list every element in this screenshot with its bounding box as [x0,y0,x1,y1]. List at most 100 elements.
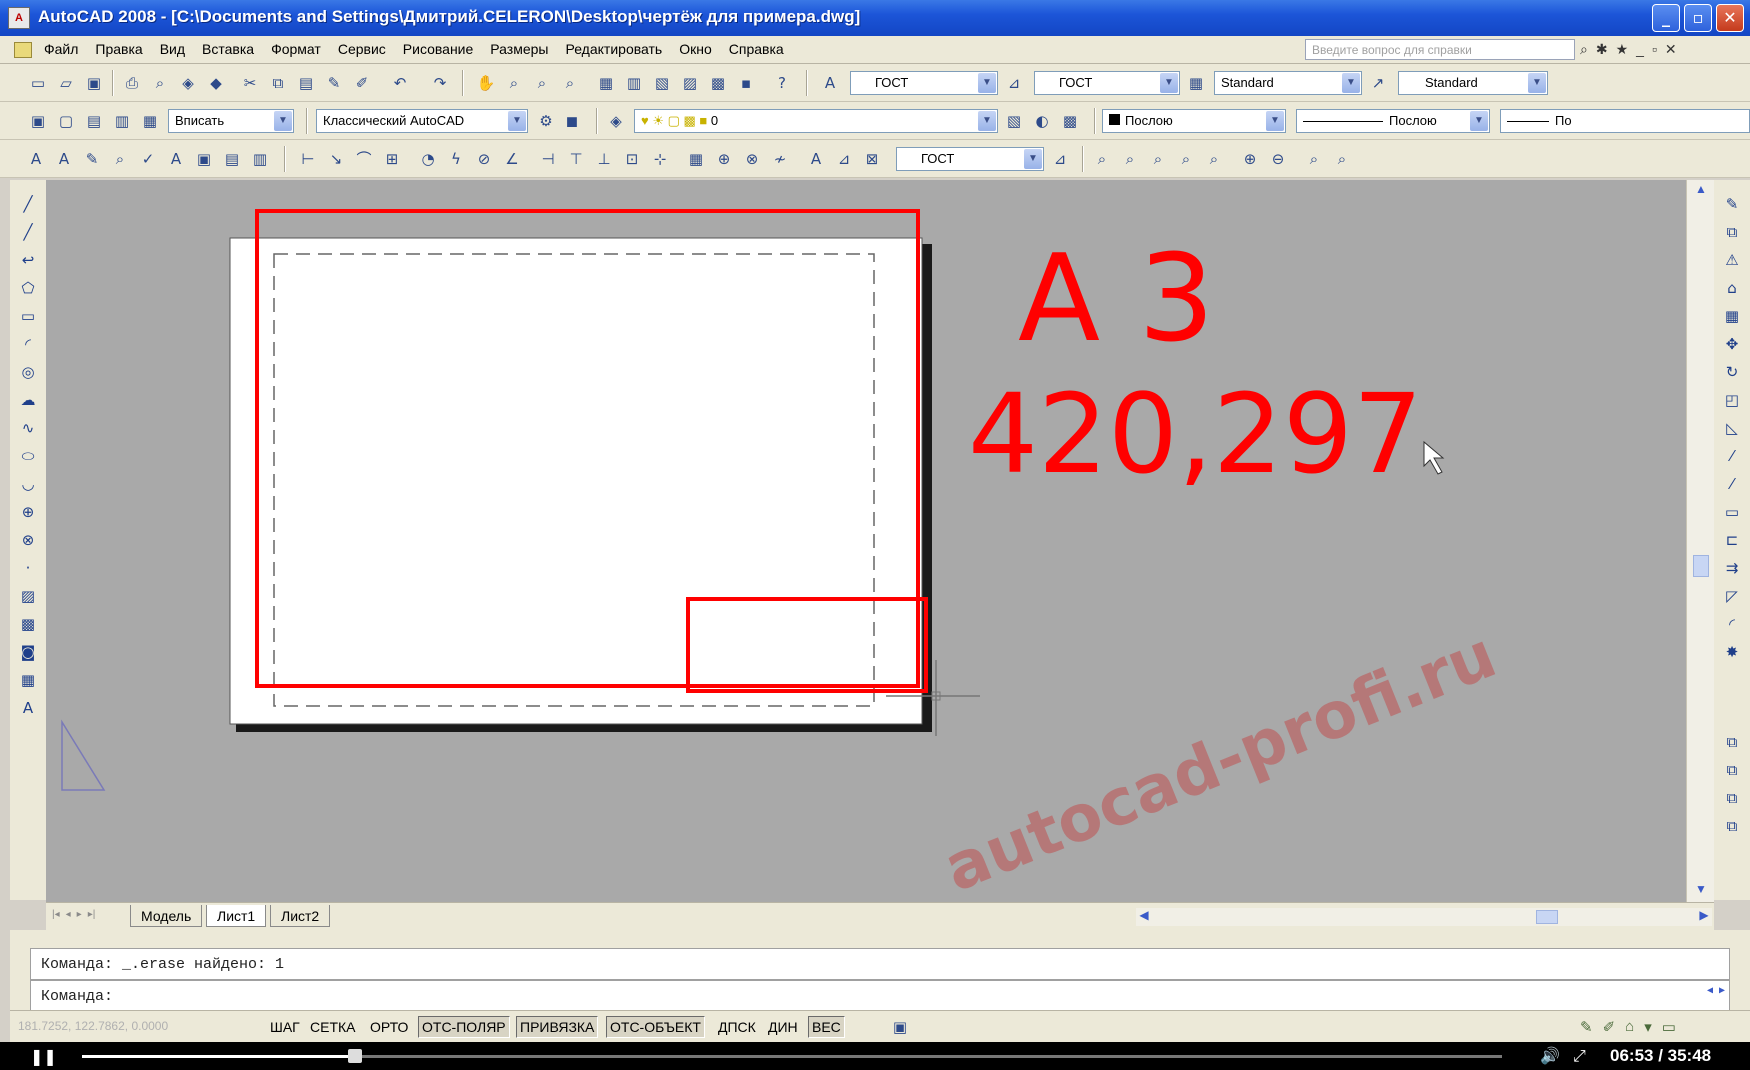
jogged-dimension-icon[interactable]: ϟ [446,149,466,169]
multiline-text-draw-icon[interactable]: A [18,698,38,718]
aligned-dimension-icon[interactable]: ↘ [326,149,346,169]
baseline-dimension-icon[interactable]: ⊤ [566,149,586,169]
scroll-right-icon[interactable]: ▶ [1696,908,1712,926]
point-icon[interactable]: · [18,558,38,578]
block-editor-icon[interactable]: ✐ [352,73,372,93]
dynamic-ucs-toggle[interactable]: ДПСК [714,1016,760,1038]
object-snap-tracking-toggle[interactable]: ОТС-ОБЪЕКТ [606,1016,705,1038]
make-current-layer-icon[interactable]: ▧ [1004,111,1024,131]
new-file-icon[interactable]: ▭ [28,73,48,93]
construction-line-icon[interactable]: ╱ [18,222,38,242]
erase-icon[interactable]: ✎ [1722,194,1742,214]
workspace-select[interactable]: Классический AutoCAD ▼ [316,109,528,133]
command-input[interactable]: Команда: ◀ ▶ [30,980,1730,1012]
revision-cloud-icon[interactable]: ☁ [18,390,38,410]
maximize-button[interactable]: ▫ [1684,4,1712,32]
seek-bar[interactable] [82,1049,1502,1063]
calculator-icon[interactable]: ▪ [736,73,756,93]
arc-icon[interactable]: ◜ [18,334,38,354]
3d-dwf-icon[interactable]: ◆ [206,73,226,93]
inspection-icon[interactable]: ⊗ [742,149,762,169]
scale-icon[interactable]: ◰ [1722,390,1742,410]
explode-icon[interactable]: ✸ [1722,642,1742,662]
snap-toggle[interactable]: ШАГ [266,1016,304,1038]
lock-icon[interactable]: ✎ [1580,1018,1593,1036]
workspace-settings-icon[interactable]: ⚙ [536,111,556,131]
dimension-text-edit-icon[interactable]: ⊿ [834,149,854,169]
zoom-object-icon[interactable]: ⌕ [1204,149,1224,169]
zoom-all-icon[interactable]: ⌕ [1304,149,1324,169]
next-tab-icon[interactable]: ▸ [77,909,82,920]
camera-icon[interactable]: ◼ [562,111,582,131]
rectangle-icon[interactable]: ▭ [18,306,38,326]
insert-block-icon[interactable]: ⊕ [18,502,38,522]
single-viewport-icon[interactable]: ▢ [56,111,76,131]
menu-insert[interactable]: Вставка [202,41,254,57]
angular-dimension-icon[interactable]: ∠ [502,149,522,169]
tray-settings-icon[interactable]: ▾ [1644,1018,1652,1036]
search-icon[interactable]: ⌕ [1580,41,1588,58]
bring-above-icon[interactable]: ⧉ [1722,816,1742,836]
convert-distance-icon[interactable]: ▥ [250,149,270,169]
center-mark-icon[interactable]: ⊕ [714,149,734,169]
text-style-icon[interactable]: A [820,73,840,93]
previous-tab-icon[interactable]: ◂ [66,909,71,920]
text-style-icon-2[interactable]: A [166,149,186,169]
help-search-input[interactable]: Введите вопрос для справки [1305,39,1575,60]
line-icon[interactable]: ╱ [18,194,38,214]
mleader-style-select[interactable]: Standard ▼ [1398,71,1548,95]
layer-states-icon[interactable]: ▩ [1060,111,1080,131]
layer-previous-icon[interactable]: ◐ [1032,111,1052,131]
zoom-previous-icon[interactable]: ⌕ [560,73,580,93]
menu-modify[interactable]: Редактировать [565,41,662,57]
mleader-style-icon[interactable]: ↗ [1368,73,1388,93]
array-icon[interactable]: ▦ [1722,306,1742,326]
sheet-set-icon[interactable]: ▨ [680,73,700,93]
pause-icon[interactable]: ❚❚ [30,1047,57,1066]
bring-to-front-icon[interactable]: ⧉ [1722,760,1742,780]
gradient-icon[interactable]: ▩ [18,614,38,634]
dimension-break-icon[interactable]: ⊹ [650,149,670,169]
color-select[interactable]: Послою ▼ [1102,109,1286,133]
break-at-point-icon[interactable]: ▭ [1722,502,1742,522]
markup-icon[interactable]: ▩ [708,73,728,93]
tab-model[interactable]: Модель [130,905,203,927]
zoom-in-icon[interactable]: ⊕ [1240,149,1260,169]
ellipse-icon[interactable]: ⬭ [18,446,38,466]
print-icon[interactable]: ⎙ [122,73,142,93]
spell-check-icon[interactable]: ✓ [138,149,158,169]
ordinate-dimension-icon[interactable]: ⊞ [382,149,402,169]
viewport-icon[interactable]: ▣ [28,111,48,131]
polyline-icon[interactable]: ↩ [18,250,38,270]
print-preview-icon[interactable]: ⌕ [150,73,170,93]
make-block-icon[interactable]: ⊗ [18,530,38,550]
single-line-text-icon[interactable]: A [54,149,74,169]
dimension-style-icon[interactable]: ⊿ [1050,149,1070,169]
tab-sheet1[interactable]: Лист1 [206,905,267,927]
arc-length-icon[interactable]: ⌒ [354,149,374,169]
ortho-toggle[interactable]: ОРТО [366,1016,412,1038]
layer-manager-icon[interactable]: ◈ [606,111,626,131]
copy-object-icon[interactable]: ⧉ [1722,222,1742,242]
doc-close-button[interactable]: ✕ [1665,41,1677,58]
draw-order-icon[interactable]: ⧉ [1722,732,1742,752]
circle-icon[interactable]: ◎ [18,362,38,382]
last-tab-icon[interactable]: ▸| [88,909,96,920]
chamfer-icon[interactable]: ◸ [1722,586,1742,606]
menu-format[interactable]: Формат [271,41,321,57]
copy-icon[interactable]: ⧉ [268,73,288,93]
scroll-up-icon[interactable]: ▲ [1691,182,1711,200]
mirror-icon[interactable]: ⚠ [1722,250,1742,270]
seek-knob[interactable] [347,1049,362,1063]
menu-edit[interactable]: Правка [95,41,142,57]
zoom-extents-icon[interactable]: ⌕ [1332,149,1352,169]
menu-view[interactable]: Вид [160,41,185,57]
polar-tracking-toggle[interactable]: ОТС-ПОЛЯР [418,1016,510,1038]
diameter-dimension-icon[interactable]: ⊘ [474,149,494,169]
edit-text-icon[interactable]: ✎ [82,149,102,169]
favorites-icon[interactable]: ★ [1616,41,1629,58]
polygonal-viewport-icon[interactable]: ▤ [84,111,104,131]
offset-icon[interactable]: ⌂ [1722,278,1742,298]
zoom-scale-icon[interactable]: ⌕ [1148,149,1168,169]
design-center-icon[interactable]: ▥ [624,73,644,93]
